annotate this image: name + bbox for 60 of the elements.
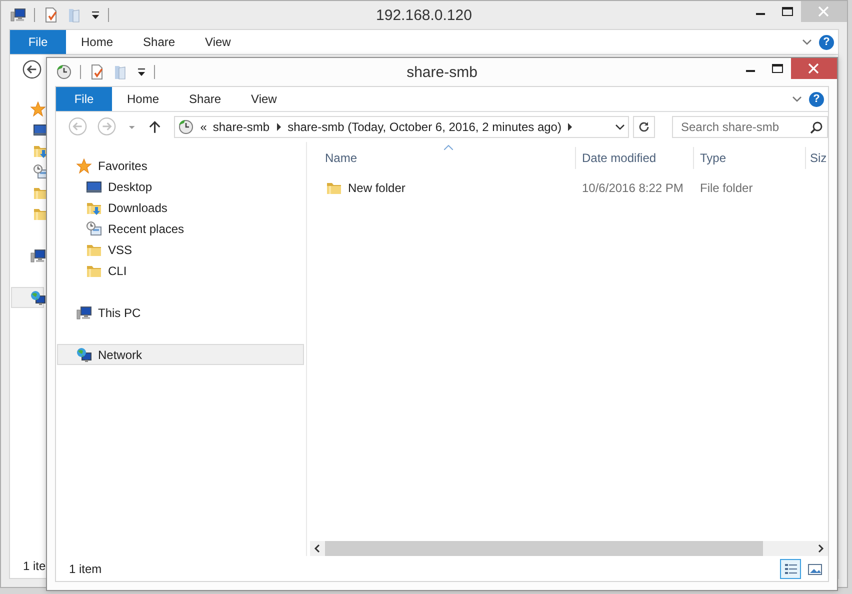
breadcrumb-arrow-icon[interactable] bbox=[567, 123, 574, 131]
status-text: 1 ite bbox=[23, 558, 46, 572]
scrollbar-thumb[interactable] bbox=[325, 541, 763, 556]
computer-icon bbox=[76, 304, 92, 320]
help-button[interactable]: ? bbox=[819, 34, 834, 50]
nav-item[interactable]: This PC bbox=[57, 302, 304, 323]
clock-icon bbox=[56, 64, 72, 80]
help-button[interactable]: ? bbox=[809, 92, 824, 106]
overflow-button[interactable]: « bbox=[200, 120, 207, 134]
document-check-icon bbox=[43, 7, 59, 23]
nav-item[interactable]: VSS bbox=[57, 239, 304, 260]
window-title: 192.168.0.120 bbox=[376, 6, 472, 24]
search-icon[interactable] bbox=[810, 120, 823, 134]
file-name[interactable]: New folder bbox=[348, 181, 406, 195]
document-check-icon bbox=[89, 64, 105, 80]
nav-item[interactable]: Desktop bbox=[57, 176, 304, 197]
column-header[interactable]: Name bbox=[321, 147, 575, 169]
column-header[interactable]: Siz bbox=[805, 147, 827, 169]
status-text: 1 item bbox=[69, 562, 102, 576]
table-cell-text: 10/6/2016 8:22 PM bbox=[581, 181, 684, 195]
column-header[interactable]: Date modified bbox=[575, 147, 693, 169]
star-icon bbox=[76, 158, 92, 174]
star-icon bbox=[30, 100, 46, 116]
ribbon-tab[interactable]: View bbox=[236, 87, 292, 111]
ribbon-tab[interactable]: Home bbox=[66, 30, 128, 54]
address-bar[interactable]: « share-smb share-smb (Today, October 6, 2016, 2 minutes ago) bbox=[174, 116, 629, 138]
table-cell-text: File folder bbox=[699, 181, 754, 195]
breadcrumb[interactable]: share-smb bbox=[212, 120, 270, 134]
refresh-button[interactable] bbox=[632, 116, 655, 138]
file-menu-tab[interactable]: File bbox=[56, 87, 112, 111]
column-header[interactable]: Type bbox=[693, 147, 805, 169]
refresh-icon[interactable] bbox=[638, 121, 650, 133]
clock-window-icon bbox=[86, 220, 102, 236]
window-title: share-smb bbox=[406, 64, 478, 80]
ribbon-tab[interactable]: Home bbox=[112, 87, 174, 111]
nav-item[interactable] bbox=[11, 287, 44, 308]
back-button[interactable] bbox=[22, 60, 42, 80]
chevron-down-icon[interactable] bbox=[614, 122, 625, 132]
nav-item[interactable]: Favorites bbox=[57, 155, 304, 176]
breadcrumb[interactable]: share-smb (Today, October 6, 2016, 2 minutes ago) bbox=[288, 120, 562, 134]
folder-icon bbox=[326, 180, 342, 196]
nav-item[interactable]: Network bbox=[57, 344, 304, 365]
details-view-button[interactable] bbox=[780, 558, 801, 578]
globe-monitor-icon bbox=[76, 346, 92, 362]
computer-icon bbox=[10, 7, 26, 23]
ribbon-tab[interactable]: Share bbox=[128, 30, 190, 54]
nav-item[interactable]: CLI bbox=[57, 260, 304, 281]
caret-down-icon[interactable] bbox=[137, 68, 146, 76]
file-menu-tab[interactable]: File bbox=[10, 30, 66, 54]
close-button[interactable] bbox=[791, 58, 837, 79]
search-field[interactable]: Search share-smb bbox=[672, 116, 828, 138]
breadcrumb-arrow-icon[interactable] bbox=[276, 123, 282, 131]
nav-item[interactable]: Recent places bbox=[57, 218, 304, 239]
caret-down-icon[interactable] bbox=[91, 10, 100, 20]
up-button[interactable] bbox=[146, 119, 162, 135]
nav-item[interactable]: Downloads bbox=[57, 197, 304, 218]
ribbon-tab[interactable]: View bbox=[190, 30, 246, 54]
ribbon-tab[interactable]: Share bbox=[174, 87, 236, 111]
monitor-icon bbox=[86, 178, 102, 194]
clock-icon bbox=[178, 119, 194, 135]
